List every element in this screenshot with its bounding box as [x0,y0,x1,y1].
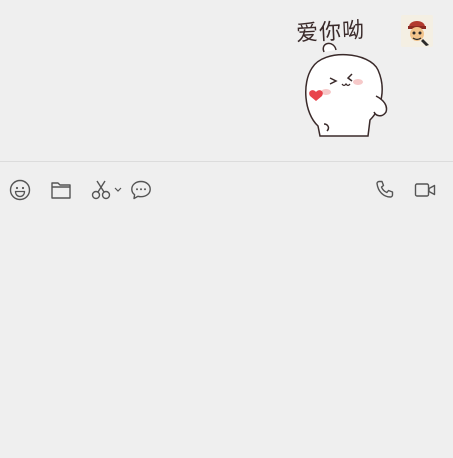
chat-bubble-icon [131,180,151,200]
message-input[interactable] [0,212,453,458]
screenshot-button[interactable] [89,178,123,202]
avatar-image [401,15,433,47]
chat-history-button[interactable] [129,178,153,202]
chat-message-area: 爱你呦 [0,0,453,161]
chat-toolbar [0,170,453,210]
user-avatar[interactable] [401,15,433,47]
emoji-icon [9,179,31,201]
emoji-button[interactable] [8,178,32,202]
bear-sticker-image [305,42,388,137]
video-camera-icon [414,183,436,197]
scissors-icon [91,180,110,200]
sticker-message[interactable]: 爱你呦 [290,8,390,138]
input-divider [0,161,453,162]
folder-icon [51,182,71,199]
phone-icon [376,180,394,198]
video-call-button[interactable] [413,178,437,202]
chevron-down-icon[interactable] [113,186,123,194]
voice-call-button[interactable] [373,178,397,202]
send-file-button[interactable] [49,178,73,202]
